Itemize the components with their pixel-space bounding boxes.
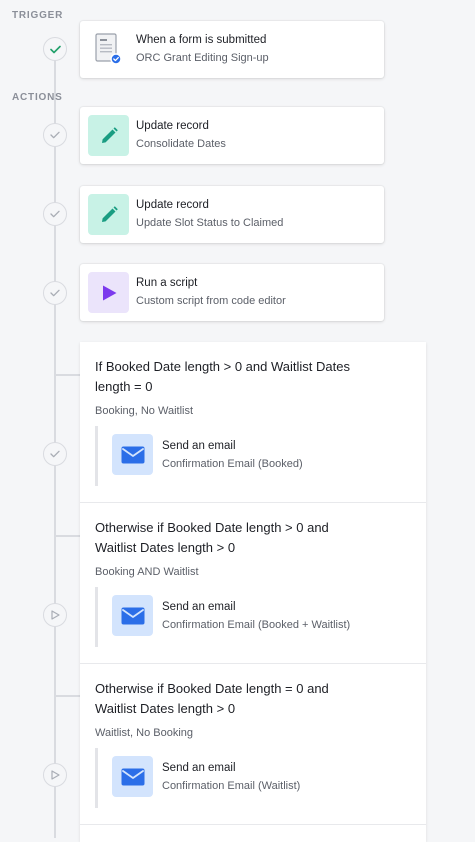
condition-title: Otherwise if Booked Date length > 0 and … (95, 520, 329, 555)
condition-branch-3[interactable]: Otherwise if Booked Date length = 0 and … (80, 664, 426, 824)
condition-indent-bar (95, 426, 98, 486)
condition-title: Otherwise if Booked Date length = 0 and … (95, 681, 329, 716)
condition-subtitle: Booking AND Waitlist (95, 566, 199, 578)
condition-indent-bar (95, 587, 98, 647)
trigger-subtitle: ORC Grant Editing Sign-up (136, 52, 269, 64)
action-subtitle: Confirmation Email (Booked) (162, 458, 303, 470)
action-card-update-record-2[interactable]: Update record Update Slot Status to Clai… (80, 186, 384, 243)
condition-subtitle: Booking, No Waitlist (95, 405, 194, 417)
action-title: Update record (136, 199, 209, 211)
envelope-icon (112, 434, 153, 475)
condition-divider (80, 824, 426, 825)
action-title: Send an email (162, 762, 236, 774)
send-email-action[interactable]: Send an email Confirmation Email (Waitli… (112, 756, 392, 798)
condition-indent-bar (95, 748, 98, 808)
action-1-status-check-icon (43, 123, 67, 147)
action-2-status-check-icon (43, 202, 67, 226)
action-subtitle: Confirmation Email (Waitlist) (162, 780, 301, 792)
condition-branch-2[interactable]: Otherwise if Booked Date length > 0 and … (80, 503, 426, 663)
actions-section-label: ACTIONS (12, 92, 63, 103)
action-card-run-script[interactable]: Run a script Custom script from code edi… (80, 264, 384, 321)
action-subtitle: Custom script from code editor (136, 295, 286, 307)
trigger-title: When a form is submitted (136, 34, 267, 46)
pencil-icon (88, 194, 129, 235)
pencil-icon (88, 115, 129, 156)
action-title: Send an email (162, 601, 236, 613)
envelope-icon (112, 595, 153, 636)
condition-subtitle: Waitlist, No Booking (95, 727, 194, 739)
send-email-action[interactable]: Send an email Confirmation Email (Booked… (112, 595, 392, 637)
branch-connector (56, 695, 80, 697)
action-card-update-record-1[interactable]: Update record Consolidate Dates (80, 107, 384, 164)
action-title: Send an email (162, 440, 236, 452)
branch-connector (56, 535, 80, 537)
trigger-section-label: TRIGGER (12, 10, 64, 21)
trigger-status-check-icon (43, 37, 67, 61)
envelope-icon (112, 756, 153, 797)
send-email-action[interactable]: Send an email Confirmation Email (Booked… (112, 434, 392, 476)
condition-title: If Booked Date length > 0 and Waitlist D… (95, 359, 350, 394)
condition-2-status-play-icon (43, 603, 67, 627)
play-icon (88, 272, 129, 313)
action-3-status-check-icon (43, 281, 67, 305)
action-subtitle: Consolidate Dates (136, 138, 226, 150)
form-icon (88, 29, 129, 70)
action-title: Run a script (136, 277, 198, 289)
conditional-group-panel: If Booked Date length > 0 and Waitlist D… (80, 342, 426, 842)
condition-3-status-play-icon (43, 763, 67, 787)
action-subtitle: Update Slot Status to Claimed (136, 217, 284, 229)
trigger-card[interactable]: When a form is submitted ORC Grant Editi… (80, 21, 384, 78)
branch-connector (56, 374, 80, 376)
condition-1-status-check-icon (43, 442, 67, 466)
condition-branch-1[interactable]: If Booked Date length > 0 and Waitlist D… (80, 342, 426, 502)
action-subtitle: Confirmation Email (Booked + Waitlist) (162, 619, 351, 631)
action-title: Update record (136, 120, 209, 132)
